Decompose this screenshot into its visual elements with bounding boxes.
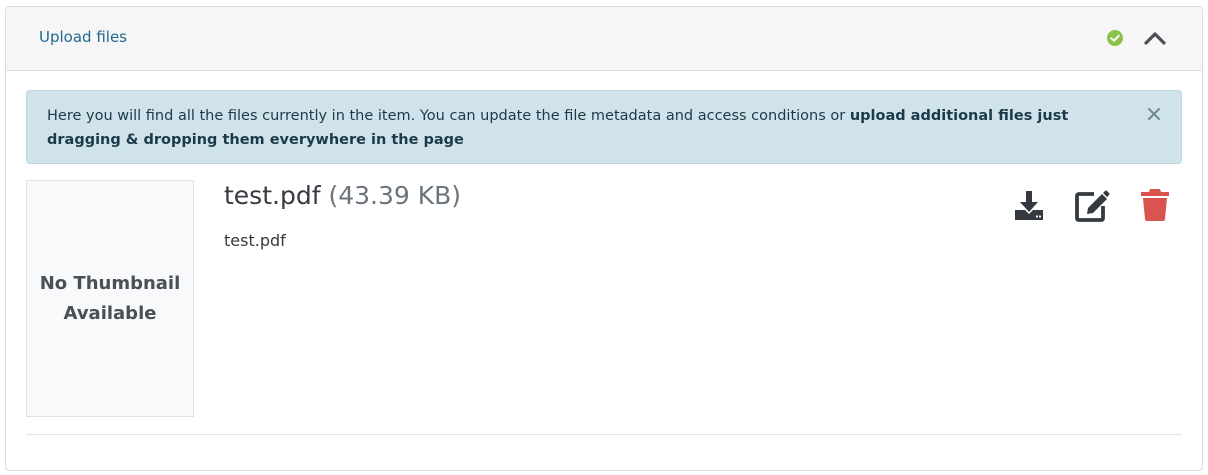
card-header[interactable]: Upload files	[6, 7, 1202, 71]
trash-icon	[1141, 189, 1169, 221]
file-size: (43.39 KB)	[328, 181, 462, 210]
upload-files-card: Upload files Here you will find all the …	[5, 6, 1203, 471]
chevron-up-icon[interactable]	[1143, 29, 1167, 47]
edit-icon	[1075, 190, 1110, 222]
file-name: test.pdf	[224, 181, 321, 210]
download-icon	[1015, 191, 1043, 220]
divider	[26, 434, 1182, 435]
thumbnail-text-line2: Available	[63, 302, 157, 324]
file-description: test.pdf	[224, 231, 286, 250]
info-alert: Here you will find all the files current…	[26, 90, 1182, 164]
file-thumbnail: No Thumbnail Available	[26, 180, 194, 417]
thumbnail-text-line1: No Thumbnail	[39, 272, 181, 294]
close-icon[interactable]	[1147, 107, 1161, 121]
download-button[interactable]	[1011, 187, 1047, 223]
check-circle-icon	[1107, 30, 1123, 46]
file-title: test.pdf (43.39 KB)	[224, 181, 461, 210]
delete-button[interactable]	[1137, 187, 1173, 223]
alert-text: Here you will find all the files current…	[47, 108, 850, 124]
edit-button[interactable]	[1074, 187, 1110, 223]
section-title[interactable]: Upload files	[39, 28, 127, 46]
